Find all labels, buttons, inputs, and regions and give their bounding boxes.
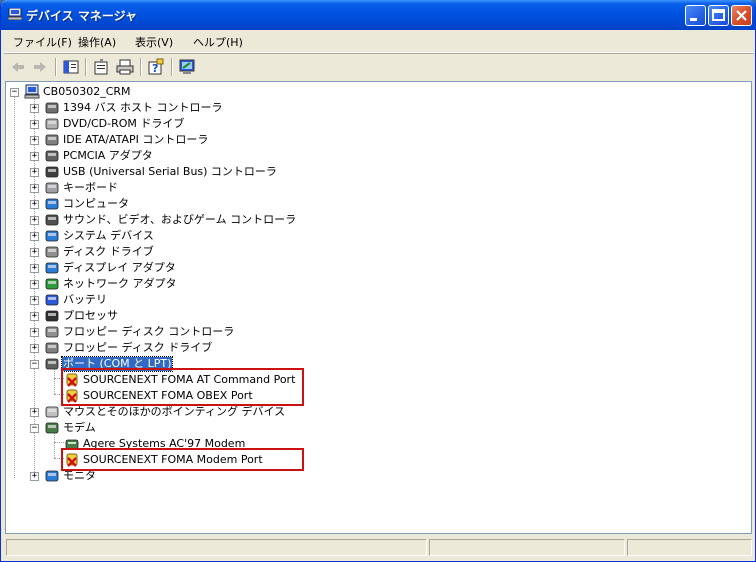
expand-toggle[interactable]: + xyxy=(30,264,39,273)
tree-category-label: 1394 バス ホスト コントローラ xyxy=(63,101,223,114)
computer-category-icon xyxy=(45,198,59,210)
expand-toggle[interactable]: + xyxy=(30,136,39,145)
close-icon xyxy=(736,10,747,21)
device-tree[interactable]: − CB050302_CRM +1394 バス ホスト コントローラ + DVD/C… xyxy=(5,81,752,534)
monitor-icon xyxy=(45,470,59,482)
status-pane-tertiary xyxy=(627,539,752,556)
ide-controller-icon xyxy=(45,134,59,146)
expand-toggle[interactable]: + xyxy=(30,296,39,305)
collapse-toggle[interactable]: − xyxy=(30,360,39,369)
network-adapter-icon xyxy=(45,278,59,290)
expand-toggle[interactable]: + xyxy=(30,408,39,417)
modem-icon xyxy=(45,422,59,434)
forward-icon[interactable] xyxy=(31,58,49,76)
expand-toggle[interactable]: + xyxy=(30,280,39,289)
floppy-drive-icon xyxy=(45,342,59,354)
properties-icon[interactable] xyxy=(92,58,110,76)
computer-icon xyxy=(24,84,40,99)
tree-category-label: プロセッサ xyxy=(63,309,118,322)
back-icon[interactable] xyxy=(9,58,27,76)
disk-drive-icon xyxy=(45,246,59,258)
tree-category-label: ディスプレイ アダプタ xyxy=(63,261,176,274)
close-button[interactable] xyxy=(731,5,752,26)
window-title: デバイス マネージャ xyxy=(26,9,137,23)
keyboard-icon xyxy=(45,182,59,194)
expand-toggle[interactable]: + xyxy=(30,328,39,337)
title-bar[interactable]: デバイス マネージャ xyxy=(1,0,755,30)
minimize-button[interactable] xyxy=(685,5,706,26)
help-icon[interactable]: ? xyxy=(147,58,165,76)
tree-category-label: コンピュータ xyxy=(63,197,129,210)
status-bar xyxy=(4,537,754,559)
minimize-icon xyxy=(690,18,697,21)
menu-bar: ファイル(F) 操作(A) 表示(V) ヘルプ(H) xyxy=(4,30,754,53)
maximize-button[interactable] xyxy=(708,5,729,26)
tree-category-label: ネットワーク アダプタ xyxy=(63,277,177,290)
tree-connector xyxy=(54,442,64,443)
tree-category-label: DVD/CD-ROM ドライブ xyxy=(63,117,185,130)
maximize-icon xyxy=(712,9,725,21)
toolbar-separator xyxy=(140,58,142,76)
toolbar-separator xyxy=(171,58,173,76)
tree-category-label: モニタ xyxy=(63,469,96,482)
tree-category-label: キーボード xyxy=(63,181,118,194)
floppy-controller-icon xyxy=(45,326,59,338)
mouse-icon xyxy=(45,406,59,418)
status-pane-main xyxy=(6,539,427,556)
print-icon[interactable] xyxy=(116,58,134,76)
tree-category-label: フロッピー ディスク ドライブ xyxy=(63,341,213,354)
toolbar: ? xyxy=(4,54,754,80)
toolbar-separator xyxy=(55,58,57,76)
highlight-box-modem xyxy=(61,448,304,471)
status-pane-secondary xyxy=(429,539,625,556)
device-manager-window: デバイス マネージャ ファイル(F) 操作(A) 表示(V) ヘルプ(H) ? … xyxy=(0,0,756,562)
toolbar-separator xyxy=(85,58,87,76)
battery-icon xyxy=(45,294,59,306)
expand-toggle[interactable]: + xyxy=(30,168,39,177)
collapse-toggle[interactable]: − xyxy=(10,88,19,97)
tree-category-label: IDE ATA/ATAPI コントローラ xyxy=(63,133,209,146)
menu-help[interactable]: ヘルプ(H) xyxy=(193,34,243,50)
expand-toggle[interactable]: + xyxy=(30,344,39,353)
device-manager-icon xyxy=(8,8,22,20)
tree-category-label: フロッピー ディスク コントローラ xyxy=(63,325,235,338)
menu-view[interactable]: 表示(V) xyxy=(135,34,173,50)
expand-toggle[interactable]: + xyxy=(30,120,39,129)
menu-action[interactable]: 操作(A) xyxy=(78,34,116,50)
show-hide-console-tree-icon[interactable] xyxy=(62,58,80,76)
expand-toggle[interactable]: + xyxy=(30,216,39,225)
tree-connector xyxy=(14,95,15,478)
tree-category-label: モデム xyxy=(63,421,96,434)
tree-category-label: マウスとそのほかのポインティング デバイス xyxy=(63,405,286,418)
processor-icon xyxy=(45,310,59,322)
expand-toggle[interactable]: + xyxy=(30,232,39,241)
expand-toggle[interactable]: + xyxy=(30,104,39,113)
cdrom-icon xyxy=(45,118,59,130)
system-device-icon xyxy=(45,230,59,242)
tree-category-label: USB (Universal Serial Bus) コントローラ xyxy=(63,165,277,178)
expand-toggle[interactable]: + xyxy=(30,200,39,209)
expand-toggle[interactable]: + xyxy=(30,248,39,257)
tree-category-label: バッテリ xyxy=(63,293,107,306)
tree-root-label: CB050302_CRM xyxy=(43,85,131,98)
tree-category-label: ディスク ドライブ xyxy=(63,245,154,258)
port-icon xyxy=(45,358,59,370)
pcmcia-icon xyxy=(45,150,59,162)
highlight-box-ports xyxy=(61,368,304,406)
scan-hardware-icon[interactable] xyxy=(178,58,196,76)
menu-file[interactable]: ファイル(F) xyxy=(13,34,72,50)
display-adapter-icon xyxy=(45,262,59,274)
sound-icon xyxy=(45,214,59,226)
tree-category-label: システム デバイス xyxy=(63,229,154,242)
tree-category-label: PCMCIA アダプタ xyxy=(63,149,153,162)
expand-toggle[interactable]: + xyxy=(30,152,39,161)
expand-toggle[interactable]: + xyxy=(30,472,39,481)
collapse-toggle[interactable]: − xyxy=(30,424,39,433)
tree-category-label: サウンド、ビデオ、およびゲーム コントローラ xyxy=(63,213,297,226)
expand-toggle[interactable]: + xyxy=(30,184,39,193)
expand-toggle[interactable]: + xyxy=(30,312,39,321)
usb-icon xyxy=(45,166,59,178)
bus-controller-icon xyxy=(45,102,59,114)
